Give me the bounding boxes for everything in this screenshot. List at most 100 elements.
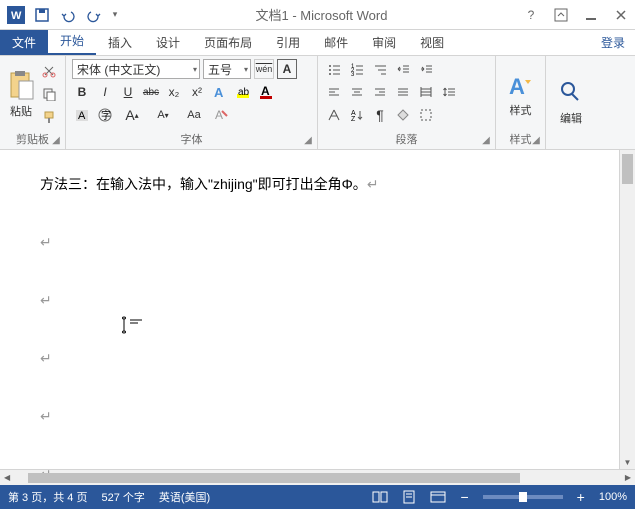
multilevel-list-icon[interactable] — [370, 59, 390, 79]
help-button[interactable]: ? — [521, 5, 541, 25]
paste-button[interactable]: 粘贴 — [6, 59, 36, 129]
shading-icon[interactable] — [393, 105, 413, 125]
tab-mailings[interactable]: 邮件 — [312, 30, 360, 55]
font-size-combo[interactable]: 五号▾ — [203, 59, 251, 79]
zoom-in-button[interactable]: + — [577, 489, 585, 505]
page-indicator[interactable]: 第 3 页，共 4 页 — [8, 489, 87, 505]
vertical-scrollbar[interactable]: ▲ ▼ — [619, 150, 635, 469]
find-icon — [558, 78, 584, 108]
minimize-button[interactable] — [581, 5, 601, 25]
asian-layout-icon[interactable] — [324, 105, 344, 125]
show-marks-icon[interactable]: ¶ — [370, 105, 390, 125]
hscroll-thumb[interactable] — [28, 473, 520, 483]
ribbon: 粘贴 剪贴板 ◢ 宋体 (中文正文)▾ 五号▾ wén A B I U abc — [0, 56, 635, 150]
group-editing: 编辑 — [546, 56, 596, 149]
editing-button[interactable]: 编辑 — [552, 59, 590, 145]
group-font: 宋体 (中文正文)▾ 五号▾ wén A B I U abc x₂ x² A a… — [66, 56, 318, 149]
ribbon-options-icon[interactable] — [551, 5, 571, 25]
word-count[interactable]: 527 个字 — [101, 489, 144, 505]
window-title: 文档1 - Microsoft Word — [122, 5, 521, 24]
numbering-icon[interactable]: 123 — [347, 59, 367, 79]
char-border-icon[interactable]: A — [277, 59, 297, 79]
grow-font-button[interactable]: A▴ — [118, 105, 146, 125]
shrink-font-button[interactable]: A▾ — [149, 105, 177, 125]
language-indicator[interactable]: 英语(美国) — [159, 489, 210, 505]
editing-label: 编辑 — [560, 110, 582, 126]
scroll-down-icon[interactable]: ▼ — [620, 455, 635, 469]
styles-label: 样式 — [510, 102, 532, 118]
document-area: 方法三：在输入法中，输入"zhijing"即可打出全角Φ。↵ ↵ ↵ ↵ ↵ ↵… — [0, 150, 635, 469]
subscript-button[interactable]: x₂ — [164, 82, 184, 102]
align-left-icon[interactable] — [324, 82, 344, 102]
copy-icon[interactable] — [39, 84, 59, 104]
tab-references[interactable]: 引用 — [264, 30, 312, 55]
zoom-slider[interactable] — [483, 495, 563, 499]
distribute-icon[interactable] — [416, 82, 436, 102]
web-layout-icon[interactable] — [430, 490, 446, 504]
zoom-out-button[interactable]: − — [460, 489, 468, 505]
paragraph-mark-icon: ↵ — [40, 408, 52, 424]
align-justify-icon[interactable] — [393, 82, 413, 102]
tab-insert[interactable]: 插入 — [96, 30, 144, 55]
print-layout-icon[interactable] — [402, 490, 416, 504]
strikethrough-button[interactable]: abc — [141, 82, 161, 102]
enclose-char-icon[interactable]: 字 — [95, 105, 115, 125]
borders-icon[interactable] — [416, 105, 436, 125]
paragraph-group-label: 段落 — [324, 129, 489, 147]
zoom-knob[interactable] — [519, 492, 527, 502]
font-name-combo[interactable]: 宋体 (中文正文)▾ — [72, 59, 200, 79]
font-color-button[interactable]: A — [256, 82, 276, 102]
scroll-left-icon[interactable]: ◀ — [0, 473, 14, 482]
svg-text:3: 3 — [351, 72, 355, 76]
scroll-thumb[interactable] — [622, 154, 633, 184]
font-name-value: 宋体 (中文正文) — [77, 61, 160, 78]
font-launcher-icon[interactable]: ◢ — [302, 134, 314, 146]
styles-launcher-icon[interactable]: ◢ — [530, 134, 542, 146]
zoom-level[interactable]: 100% — [599, 491, 627, 503]
highlight-button[interactable]: ab — [233, 82, 253, 102]
tab-file[interactable]: 文件 — [0, 30, 48, 55]
clipboard-launcher-icon[interactable]: ◢ — [50, 134, 62, 146]
qat-dropdown-icon[interactable]: ▾ — [108, 3, 122, 27]
close-button[interactable] — [611, 5, 631, 25]
tab-design[interactable]: 设计 — [144, 30, 192, 55]
font-size-value: 五号 — [208, 61, 232, 78]
ribbon-tabs: 文件 开始 插入 设计 页面布局 引用 邮件 审阅 视图 登录 — [0, 30, 635, 56]
align-center-icon[interactable] — [347, 82, 367, 102]
decrease-indent-icon[interactable] — [393, 59, 413, 79]
redo-icon[interactable] — [82, 3, 106, 27]
tab-home[interactable]: 开始 — [48, 28, 96, 55]
tab-view[interactable]: 视图 — [408, 30, 456, 55]
underline-button[interactable]: U — [118, 82, 138, 102]
paragraph-mark-icon: ↵ — [367, 176, 379, 192]
superscript-button[interactable]: x² — [187, 82, 207, 102]
text-effects-icon[interactable]: A — [210, 82, 230, 102]
scroll-right-icon[interactable]: ▶ — [621, 473, 635, 482]
word-app-icon[interactable]: W — [4, 3, 28, 27]
sign-in-link[interactable]: 登录 — [591, 30, 635, 55]
increase-indent-icon[interactable] — [416, 59, 436, 79]
bullets-icon[interactable] — [324, 59, 344, 79]
svg-text:Z: Z — [351, 116, 356, 122]
tab-layout[interactable]: 页面布局 — [192, 30, 264, 55]
document-page[interactable]: 方法三：在输入法中，输入"zhijing"即可打出全角Φ。↵ ↵ ↵ ↵ ↵ ↵ — [0, 150, 619, 469]
save-icon[interactable] — [30, 3, 54, 27]
tab-review[interactable]: 审阅 — [360, 30, 408, 55]
line-spacing-icon[interactable] — [439, 82, 459, 102]
paragraph-launcher-icon[interactable]: ◢ — [480, 134, 492, 146]
clear-formatting-icon[interactable]: A — [211, 105, 231, 125]
group-paragraph: 123 AZ ¶ 段落 ◢ — [318, 56, 496, 149]
char-shading-icon[interactable]: A — [72, 105, 92, 125]
phonetic-guide-icon[interactable]: wén — [254, 59, 274, 79]
sort-icon[interactable]: AZ — [347, 105, 367, 125]
cut-icon[interactable] — [39, 61, 59, 81]
change-case-button[interactable]: Aa — [180, 105, 208, 125]
bold-button[interactable]: B — [72, 82, 92, 102]
align-right-icon[interactable] — [370, 82, 390, 102]
undo-icon[interactable] — [56, 3, 80, 27]
read-mode-icon[interactable] — [372, 490, 388, 504]
document-text-line: 方法三：在输入法中，输入"zhijing"即可打出全角Φ。 — [40, 176, 367, 192]
styles-button[interactable]: A 样式 — [502, 59, 539, 129]
italic-button[interactable]: I — [95, 82, 115, 102]
format-painter-icon[interactable] — [39, 107, 59, 127]
